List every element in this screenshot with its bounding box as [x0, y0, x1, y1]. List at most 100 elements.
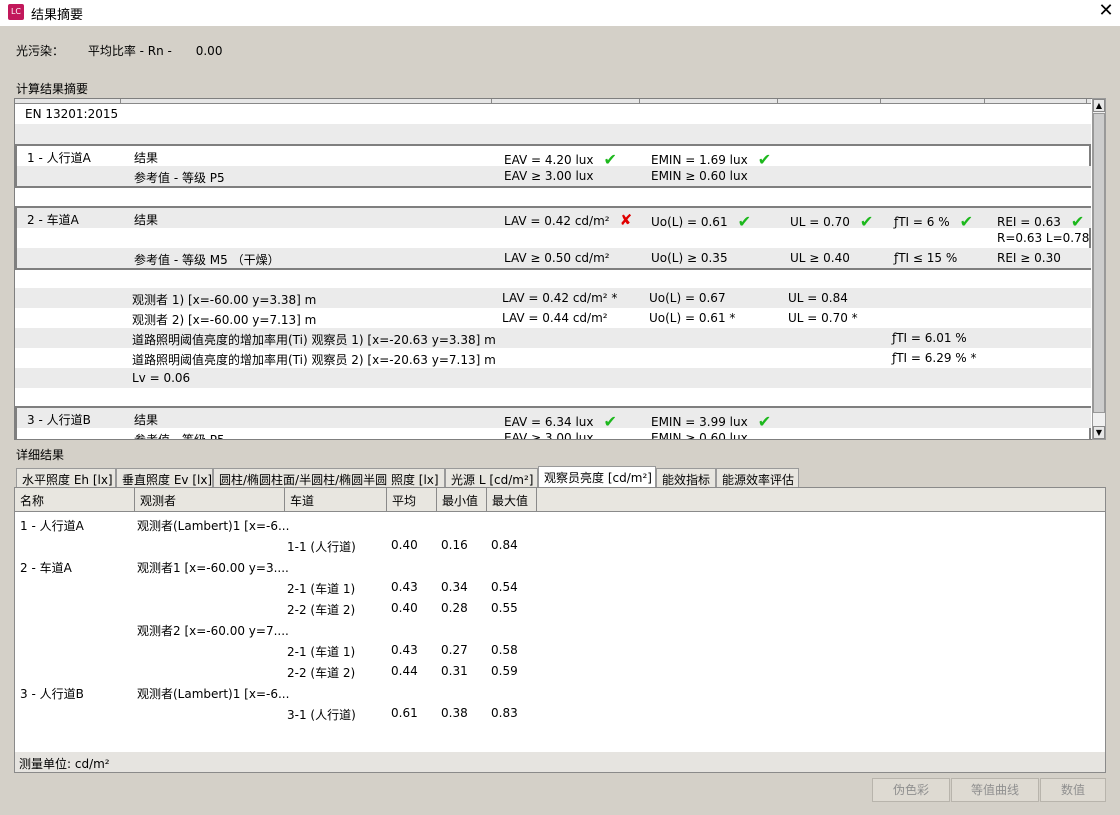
summary-cell-text: LAV ≥ 0.50 cd/m²	[504, 251, 610, 265]
close-button[interactable]: ✕	[1092, 0, 1120, 24]
table-row: 2-2 (车道 2) 0.40 0.28 0.55	[15, 598, 1105, 619]
table-row: 观测者2 [x=-60.00 y=7....	[15, 619, 1105, 640]
table-cell-avg: 0.44	[391, 664, 418, 678]
column-header-2[interactable]: 车道	[285, 488, 387, 512]
summary-section-title: 计算结果摘要	[16, 82, 89, 96]
table-cell-lane: 2-2 (车道 2)	[287, 603, 356, 617]
units-bar: 测量单位: cd/m²	[15, 752, 1105, 772]
summary-cell-text: Lv = 0.06	[132, 371, 191, 385]
summary-row: 观测者 2) [x=-60.00 y=7.13] m LAV = 0.44 cd/…	[15, 308, 1091, 328]
table-cell-lane: 2-1 (车道 1)	[287, 582, 356, 596]
table-row: 3 - 人行道B 观测者(Lambert)1 [x=-6...	[15, 682, 1105, 703]
table-cell-min: 0.28	[441, 601, 468, 615]
summary-cell-text: EMIN ≥ 0.60 lux	[651, 169, 748, 183]
summary-cell-text: UL = 0.70	[790, 215, 850, 229]
false-color-button[interactable]: 伪色彩	[872, 778, 950, 802]
summary-cell-text: 3 - 人行道B	[27, 413, 91, 427]
summary-cell-label: 1 - 人行道A	[27, 149, 91, 166]
tab-3[interactable]: 光源 L [cd/m²]	[445, 468, 538, 488]
table-row: 2 - 车道A 观测者1 [x=-60.00 y=3....	[15, 556, 1105, 577]
summary-cell-text: 参考值 - 等级 P5	[134, 171, 225, 185]
table-cell-observer: 观测者1 [x=-60.00 y=3....	[137, 561, 289, 575]
values-button[interactable]: 数值	[1040, 778, 1106, 802]
scroll-up-icon[interactable]: ▲	[1093, 99, 1105, 112]
table-cell-max: 0.59	[491, 664, 518, 678]
table-cell-name: 3 - 人行道B	[20, 687, 84, 701]
table-cell-lane: 3-1 (人行道)	[287, 708, 356, 722]
summary-cell-c4: EMIN ≥ 0.60 lux	[651, 169, 748, 183]
summary-cell-text: 观测者 2) [x=-60.00 y=7.13] m	[132, 313, 317, 327]
tab-4[interactable]: 观察员亮度 [cd/m²]	[538, 466, 656, 488]
summary-row: Lv = 0.06	[15, 368, 1091, 388]
summary-cell-text: EMIN = 1.69 lux	[651, 153, 748, 167]
summary-cell-c4: Uo(L) = 0.67	[649, 291, 726, 305]
summary-scrollbar[interactable]: ▲ ▼	[1092, 98, 1106, 440]
summary-grid: EN 13201:2015 1 - 人行道A 结果 EAV = 4.20 lux ✔ EM…	[14, 98, 1106, 440]
summary-cell-text: ƒTI ≤ 15 %	[894, 251, 958, 265]
summary-row: 道路照明阈值亮度的增加率用(Ti) 观察员 2) [x=-20.63 y=7.1…	[15, 348, 1091, 368]
summary-cell-text: UL = 0.70 *	[788, 311, 858, 325]
scroll-down-icon[interactable]: ▼	[1093, 426, 1105, 439]
light-pollution-label: 光污染：	[16, 44, 65, 58]
summary-grid-body: EN 13201:2015 1 - 人行道A 结果 EAV = 4.20 lux ✔ EM…	[15, 104, 1091, 440]
tab-5[interactable]: 能效指标	[656, 468, 716, 488]
summary-row: 1 - 人行道A 结果 EAV = 4.20 lux ✔ EMIN = 1.69 lux…	[17, 146, 1091, 169]
tab-2[interactable]: 圆柱/椭圆柱面/半圆柱/椭圆半圆 照度 [lx]	[213, 468, 445, 488]
column-header-0[interactable]: 名称	[15, 488, 135, 512]
title-bar: LC 结果摘要 ✕	[0, 0, 1120, 26]
summary-cell-c4: Uo(L) = 0.61 *	[649, 311, 735, 325]
summary-cell-text: 道路照明阈值亮度的增加率用(Ti) 观察员 2) [x=-20.63 y=7.1…	[132, 353, 496, 367]
table-cell-avg: 0.61	[391, 706, 418, 720]
standard-row: EN 13201:2015	[15, 104, 1091, 124]
table-cell-min: 0.27	[441, 643, 468, 657]
summary-cell-c6: ƒTI ≤ 15 %	[894, 251, 957, 265]
table-row: 1 - 人行道A 观测者(Lambert)1 [x=-6...	[15, 514, 1105, 535]
summary-spacer-row	[15, 188, 1091, 206]
isolines-button[interactable]: 等值曲线	[951, 778, 1039, 802]
summary-cell-desc: 参考值 - 等级 P5	[134, 431, 225, 440]
summary-cell-text: LAV = 0.44 cd/m²	[502, 311, 608, 325]
table-cell-name: 1 - 人行道A	[20, 519, 84, 533]
table-cell-avg: 0.40	[391, 538, 418, 552]
summary-cell-text: UL = 0.84	[788, 291, 848, 305]
summary-cell-desc: 观测者 2) [x=-60.00 y=7.13] m	[132, 311, 316, 328]
summary-cell-text: REI ≥ 0.30	[997, 251, 1061, 265]
table-row: 1-1 (人行道) 0.40 0.16 0.84	[15, 535, 1105, 556]
summary-cell-desc: 结果	[134, 149, 158, 166]
scroll-thumb[interactable]	[1093, 113, 1105, 413]
summary-cell-text: ƒTI = 6.29 % *	[892, 351, 977, 365]
summary-cell-c5: UL = 0.84	[788, 291, 848, 305]
column-header-5[interactable]: 最大值	[487, 488, 537, 512]
table-cell-observer: 观测者(Lambert)1 [x=-6...	[137, 687, 290, 701]
summary-cell-text: EMIN = 3.99 lux	[651, 415, 748, 429]
summary-row: 3 - 人行道B 结果 EAV = 6.34 lux ✔ EMIN = 3.99 lux…	[17, 408, 1091, 431]
summary-cell-text: 参考值 - 等级 P5	[134, 433, 225, 440]
summary-cell-c5: UL = 0.70 *	[788, 311, 858, 325]
summary-cell-text: 2 - 车道A	[27, 213, 79, 227]
tab-6[interactable]: 能源效率评估	[716, 468, 799, 488]
table-cell-observer: 观测者(Lambert)1 [x=-6...	[137, 519, 290, 533]
table-cell-max: 0.54	[491, 580, 518, 594]
column-header-4[interactable]: 最小值	[437, 488, 487, 512]
tab-0[interactable]: 水平照度 Eh [lx]	[16, 468, 116, 488]
app-icon: LC	[8, 4, 24, 20]
summary-cell-desc: 观测者 1) [x=-60.00 y=3.38] m	[132, 291, 316, 308]
table-cell-observer: 观测者2 [x=-60.00 y=7....	[137, 624, 289, 638]
column-header-3[interactable]: 平均	[387, 488, 437, 512]
summary-row: 参考值 - 等级 M5 （干燥） LAV ≥ 0.50 cd/m² Uo(L) ≥ …	[17, 248, 1091, 268]
summary-cell-desc: 结果	[134, 211, 158, 228]
summary-cell-desc: 道路照明阈值亮度的增加率用(Ti) 观察员 2) [x=-20.63 y=7.1…	[132, 351, 496, 368]
summary-row: 道路照明阈值亮度的增加率用(Ti) 观察员 1) [x=-20.63 y=3.3…	[15, 328, 1091, 348]
table-cell-max: 0.55	[491, 601, 518, 615]
table-row: 2-2 (车道 2) 0.44 0.31 0.59	[15, 661, 1105, 682]
tab-1[interactable]: 垂直照度 Ev [lx]	[116, 468, 213, 488]
table-row: 2-1 (车道 1) 0.43 0.34 0.54	[15, 577, 1105, 598]
summary-row: R=0.63 L=0.78	[17, 228, 1091, 248]
column-header-1[interactable]: 观测者	[135, 488, 285, 512]
standard-label: EN 13201:2015	[25, 107, 119, 121]
detail-section-title: 详细结果	[16, 448, 65, 462]
summary-spacer-row	[15, 388, 1091, 406]
table-cell-name: 2 - 车道A	[20, 561, 72, 575]
summary-cell-text: 结果	[134, 213, 159, 227]
summary-cell-text: LAV = 0.42 cd/m² *	[502, 291, 618, 305]
